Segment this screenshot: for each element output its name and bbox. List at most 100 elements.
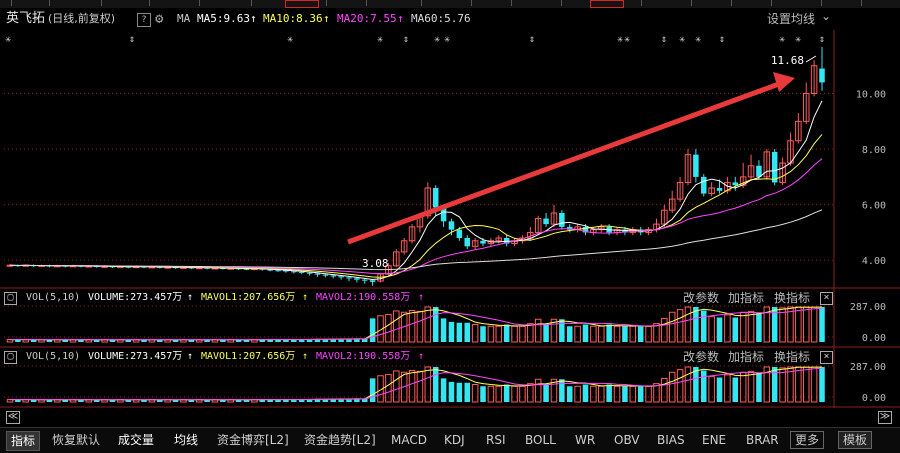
mavol5-line: [10, 366, 823, 401]
volume-bar: [606, 384, 612, 402]
volume-bar: [574, 325, 581, 343]
ma20-value: MA20:7.55: [337, 12, 397, 25]
tab-fund-game[interactable]: 资金博弈[L2]: [217, 429, 289, 451]
event-marker-icon: ✳: [779, 34, 785, 45]
volume-bar: [716, 317, 723, 342]
add-indicator-button[interactable]: 加指标: [728, 349, 764, 365]
tab-restore-default[interactable]: 恢复默认: [52, 429, 100, 451]
vol-arrow: ↑: [302, 292, 309, 303]
window-tab[interactable]: [198, 0, 200, 6]
window-tab[interactable]: [420, 0, 422, 6]
vol-name: VOL(5,10): [26, 351, 81, 362]
tab-indicators[interactable]: 指标: [6, 431, 41, 451]
tab-kdj[interactable]: KDJ: [444, 429, 465, 451]
volume-bar: [369, 378, 376, 402]
window-tab[interactable]: [10, 0, 12, 6]
candle-body: [330, 275, 336, 277]
volume-bar: [464, 382, 471, 402]
tab-bias[interactable]: BIAS: [657, 429, 685, 451]
tab-obv[interactable]: OBV: [614, 429, 640, 451]
window-tab[interactable]: [285, 0, 319, 8]
volume-bar: [819, 307, 825, 342]
volume-bar: [661, 377, 668, 403]
scroll-right-button[interactable]: ≫: [878, 411, 892, 424]
volume-bar: [456, 382, 463, 402]
ma-settings-button[interactable]: 设置均线: [767, 8, 815, 30]
window-tab[interactable]: [325, 0, 327, 6]
ma10-line: [9, 134, 823, 278]
volume-bar: [416, 370, 424, 403]
add-indicator-button[interactable]: 加指标: [728, 290, 764, 306]
event-marker-icon: ⇕: [529, 34, 535, 45]
gear-icon[interactable]: ⚙: [155, 8, 163, 30]
event-marker-icon: ✳: [624, 34, 630, 45]
ma10-arrow: ↑: [323, 12, 330, 25]
volume-bar: [424, 366, 432, 403]
change-params-button[interactable]: 改参数: [683, 349, 719, 365]
ma60-value: MA60:5.76: [411, 12, 471, 25]
time-scrollbar[interactable]: ≪ ≫: [0, 409, 900, 425]
volume-bar: [471, 324, 479, 343]
volume-bar: [629, 385, 637, 403]
more-button[interactable]: 更多: [790, 431, 825, 449]
volume-bar: [503, 384, 510, 402]
window-tab[interactable]: [148, 0, 150, 6]
volume-bar: [527, 383, 534, 403]
window-tab[interactable]: [365, 0, 367, 6]
window-tab[interactable]: [560, 0, 562, 6]
window-tab[interactable]: [470, 0, 472, 6]
volume-bar: [645, 325, 652, 343]
window-tab[interactable]: [640, 0, 642, 6]
change-params-button[interactable]: 改参数: [683, 290, 719, 306]
tab-volume[interactable]: 成交量: [118, 429, 154, 451]
candle-body: [559, 213, 565, 227]
volume-panel-2-header: ▢ VOL(5,10) VOLUME:273.457万 ↑ MAVOL1:207…: [0, 349, 840, 365]
volume-bar: [487, 385, 495, 403]
close-icon[interactable]: ×: [820, 292, 833, 305]
event-marker-icon: ✳: [795, 34, 801, 45]
window-tab[interactable]: [730, 0, 732, 6]
window-tab[interactable]: [48, 0, 50, 6]
tab-brar[interactable]: BRAR: [746, 429, 779, 451]
window-tab[interactable]: [860, 0, 862, 6]
template-button[interactable]: 模板: [838, 431, 873, 449]
event-marker-icon: ⇕: [661, 34, 667, 45]
window-tab[interactable]: [510, 0, 512, 6]
event-marker-icon: ✳: [287, 34, 293, 45]
candle-body: [693, 154, 699, 177]
price-axis-label: 8.00: [862, 145, 886, 156]
scroll-left-button[interactable]: ≪: [6, 411, 20, 424]
close-icon[interactable]: ×: [820, 351, 833, 364]
event-marker-icon: ✳: [5, 34, 11, 45]
volume-bar: [582, 384, 589, 402]
tab-ene[interactable]: ENE: [702, 429, 726, 451]
candle-body: [322, 274, 329, 276]
candle-body: [338, 276, 344, 278]
ma5-line: [9, 100, 823, 281]
price-info-bar: 英飞拓 (日线,前复权) ? ⚙ MA MA5:9.63 ↑ MA10:8.36…: [0, 8, 840, 30]
vol-arrow: ↑: [418, 292, 425, 303]
swap-indicator-button[interactable]: 换指标: [774, 349, 810, 365]
swap-indicator-button[interactable]: 换指标: [774, 290, 810, 306]
volume-bar: [739, 311, 747, 343]
help-button[interactable]: ?: [137, 13, 151, 27]
tab-macd[interactable]: MACD: [391, 429, 427, 451]
window-tab[interactable]: [770, 0, 772, 6]
volume-bar: [724, 314, 731, 343]
panel-checkbox[interactable]: ▢: [4, 292, 17, 305]
tab-boll[interactable]: BOLL: [525, 429, 556, 451]
tab-wr[interactable]: WR: [575, 429, 595, 451]
window-tab[interactable]: [590, 0, 624, 8]
panel-checkbox[interactable]: ▢: [4, 351, 17, 364]
tab-fund-trend[interactable]: 资金趋势[L2]: [304, 429, 376, 451]
volume-bar: [519, 325, 526, 343]
volume-bar: [440, 378, 447, 402]
window-tab[interactable]: [690, 0, 692, 6]
window-tab[interactable]: [250, 0, 252, 6]
vol-name: VOL(5,10): [26, 292, 81, 303]
volume-bar: [684, 366, 692, 403]
window-tab[interactable]: [100, 0, 102, 6]
chevron-down-icon[interactable]: ⌄: [821, 5, 831, 27]
tab-rsi[interactable]: RSI: [486, 429, 506, 451]
tab-ma[interactable]: 均线: [174, 429, 198, 451]
